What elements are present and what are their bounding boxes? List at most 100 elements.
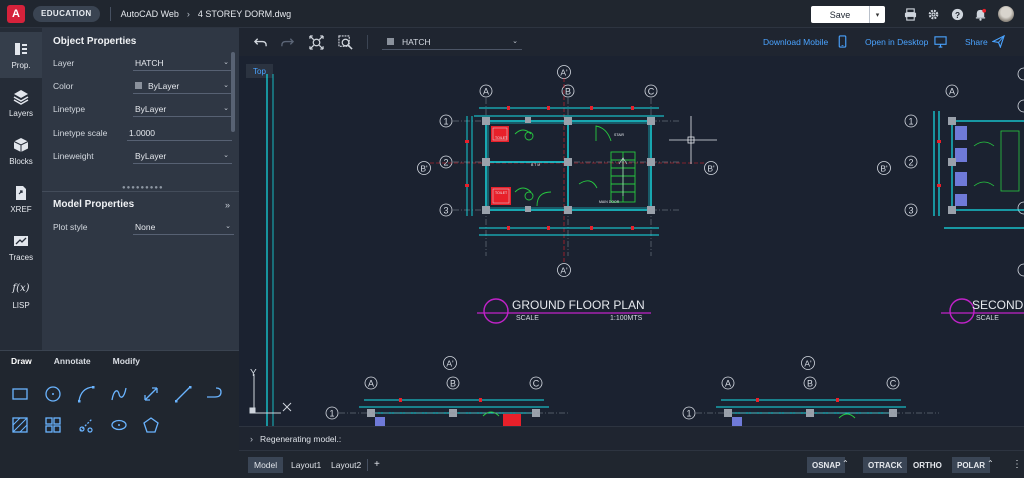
section-b-left: B': [420, 164, 428, 174]
autocad-logo-icon[interactable]: A: [7, 4, 25, 23]
properties-icon: [15, 42, 27, 55]
osnap-toggle[interactable]: OSNAP: [807, 457, 846, 473]
draw-tools-panel: Draw Annotate Modify: [0, 350, 239, 478]
gear-icon[interactable]: [927, 8, 940, 21]
zoom-window-icon[interactable]: [338, 35, 353, 50]
grid-row-3-2: 3: [908, 206, 913, 216]
rail-item-lisp[interactable]: f(x) LISP: [0, 272, 42, 318]
linetype-dropdown[interactable]: ByLayer ⌄: [133, 101, 232, 117]
rectangle-tool-icon[interactable]: [11, 385, 29, 403]
spline-tool-icon[interactable]: [110, 385, 128, 403]
help-icon[interactable]: ?: [951, 8, 964, 21]
polar-toggle[interactable]: POLAR: [952, 457, 990, 473]
lineweight-dropdown[interactable]: ByLayer ⌄: [133, 148, 232, 164]
polyline-tool-icon[interactable]: [205, 385, 223, 403]
property-value: None: [135, 221, 156, 232]
add-layout-plus-icon[interactable]: +: [374, 459, 380, 470]
color-dropdown[interactable]: ByLayer ⌄: [133, 78, 232, 94]
save-dropdown-chevron-down-icon[interactable]: ▾: [869, 6, 885, 23]
tab-annotate[interactable]: Annotate: [43, 351, 102, 371]
command-line[interactable]: › Regenerating model.:: [239, 426, 1024, 450]
room-label-toilet-2: TOILET: [495, 191, 508, 195]
chevron-right-icon[interactable]: ›: [250, 434, 253, 444]
download-mobile-link[interactable]: Download Mobile: [763, 37, 828, 47]
desktop-monitor-icon[interactable]: [934, 35, 947, 48]
object-properties-title: Object Properties: [53, 36, 137, 47]
grid-col-b-3: B: [450, 379, 456, 389]
room-label-btm: B T M: [531, 163, 540, 167]
open-in-desktop-link[interactable]: Open in Desktop: [865, 37, 928, 47]
ortho-toggle[interactable]: ORTHO: [908, 457, 947, 473]
array-tool-icon[interactable]: [44, 416, 62, 434]
section-b-right: B': [707, 164, 715, 174]
property-label: Color: [53, 81, 74, 91]
divider: [367, 35, 368, 49]
panel-scrollbar[interactable]: [231, 52, 235, 132]
dimension-tool-icon[interactable]: [142, 385, 160, 403]
color-swatch: [135, 82, 142, 89]
otrack-toggle[interactable]: OTRACK: [863, 457, 908, 473]
zoom-extents-icon[interactable]: [309, 35, 324, 50]
plot-style-dropdown[interactable]: None ⌄: [133, 219, 234, 235]
status-bar: Model Layout1 Layout2 + OSNAP ⌃ OTRACK O…: [239, 450, 1024, 478]
circle-tool-icon[interactable]: [44, 385, 62, 403]
layout-tab-layout2[interactable]: Layout2: [325, 457, 367, 473]
share-link[interactable]: Share: [965, 37, 988, 47]
drawing-canvas[interactable]: Top Y A B C A' A' 1 2 3 B' B' STAIR TOIL…: [239, 56, 1024, 426]
chevron-down-icon: ⌄: [223, 152, 229, 159]
hatch-tool-icon[interactable]: [11, 416, 29, 434]
plan-title-second-floor: SECOND: [972, 298, 1024, 312]
osnap-settings-chevron-icon[interactable]: ⌃: [842, 459, 849, 468]
print-icon[interactable]: [904, 8, 917, 21]
notification-bell-icon[interactable]: [974, 8, 987, 21]
redo-icon[interactable]: [280, 35, 295, 50]
polar-settings-chevron-icon[interactable]: ⌃: [987, 459, 994, 468]
rail-item-blocks[interactable]: Blocks: [0, 128, 42, 174]
room-label-toilet-1: TOILET: [495, 136, 508, 140]
property-row-layer: Layer HATCH ⌄: [53, 55, 233, 71]
mobile-phone-icon[interactable]: [836, 35, 849, 48]
section-a-top: A': [560, 68, 568, 78]
send-share-icon[interactable]: [992, 35, 1005, 48]
rail-label: Prop.: [11, 60, 31, 70]
rail-item-properties[interactable]: Prop.: [0, 32, 42, 78]
property-row-plot-style: Plot style None ⌄: [53, 219, 234, 235]
save-button[interactable]: Save: [811, 6, 869, 23]
layout-tab-model[interactable]: Model: [248, 457, 284, 473]
property-row-color: Color ByLayer ⌄: [53, 78, 233, 94]
grid-row-1: 1: [443, 117, 448, 127]
ellipse-tool-icon[interactable]: [110, 416, 128, 434]
undo-icon[interactable]: [253, 35, 268, 50]
arc-tool-icon[interactable]: [77, 385, 95, 403]
section-b-left-2: B': [880, 164, 888, 174]
layer-color-swatch: [387, 38, 394, 45]
breadcrumb-file[interactable]: 4 STOREY DORM.dwg: [198, 9, 291, 19]
tab-modify[interactable]: Modify: [102, 351, 151, 371]
rail-label: XREF: [10, 204, 32, 214]
layer-dropdown[interactable]: HATCH ⌄: [133, 55, 232, 71]
trim-tool-icon[interactable]: [77, 416, 95, 434]
property-row-linetype: Linetype ByLayer ⌄: [53, 101, 233, 117]
room-label-main-door: MAIN DOOR: [599, 200, 620, 204]
property-label: Layer: [53, 58, 75, 68]
rail-item-xref[interactable]: XREF: [0, 176, 42, 222]
divider: [42, 191, 239, 192]
property-value: 1.0000: [129, 127, 155, 138]
ucs-y-label: Y: [250, 368, 257, 379]
breadcrumb-app[interactable]: AutoCAD Web: [121, 9, 179, 19]
chevron-down-icon: ⌄: [223, 105, 229, 112]
collapse-chevron-icon[interactable]: »: [225, 200, 230, 210]
layer-dropdown-toolbar[interactable]: HATCH ⌄: [382, 34, 522, 50]
user-avatar[interactable]: [998, 6, 1014, 22]
rail-item-traces[interactable]: Traces: [0, 224, 42, 270]
line-tool-icon[interactable]: [174, 385, 192, 403]
polygon-tool-icon[interactable]: [142, 416, 160, 434]
layout-tab-layout1[interactable]: Layout1: [285, 457, 327, 473]
tab-draw[interactable]: Draw: [0, 351, 43, 371]
education-badge: EDUCATION: [33, 5, 100, 22]
more-options-icon[interactable]: ⋮: [1012, 459, 1022, 470]
grid-col-a-3: A: [368, 379, 374, 389]
linetype-scale-input[interactable]: 1.0000: [127, 125, 232, 141]
rail-item-layers[interactable]: Layers: [0, 80, 42, 126]
blocks-icon: [13, 137, 29, 152]
